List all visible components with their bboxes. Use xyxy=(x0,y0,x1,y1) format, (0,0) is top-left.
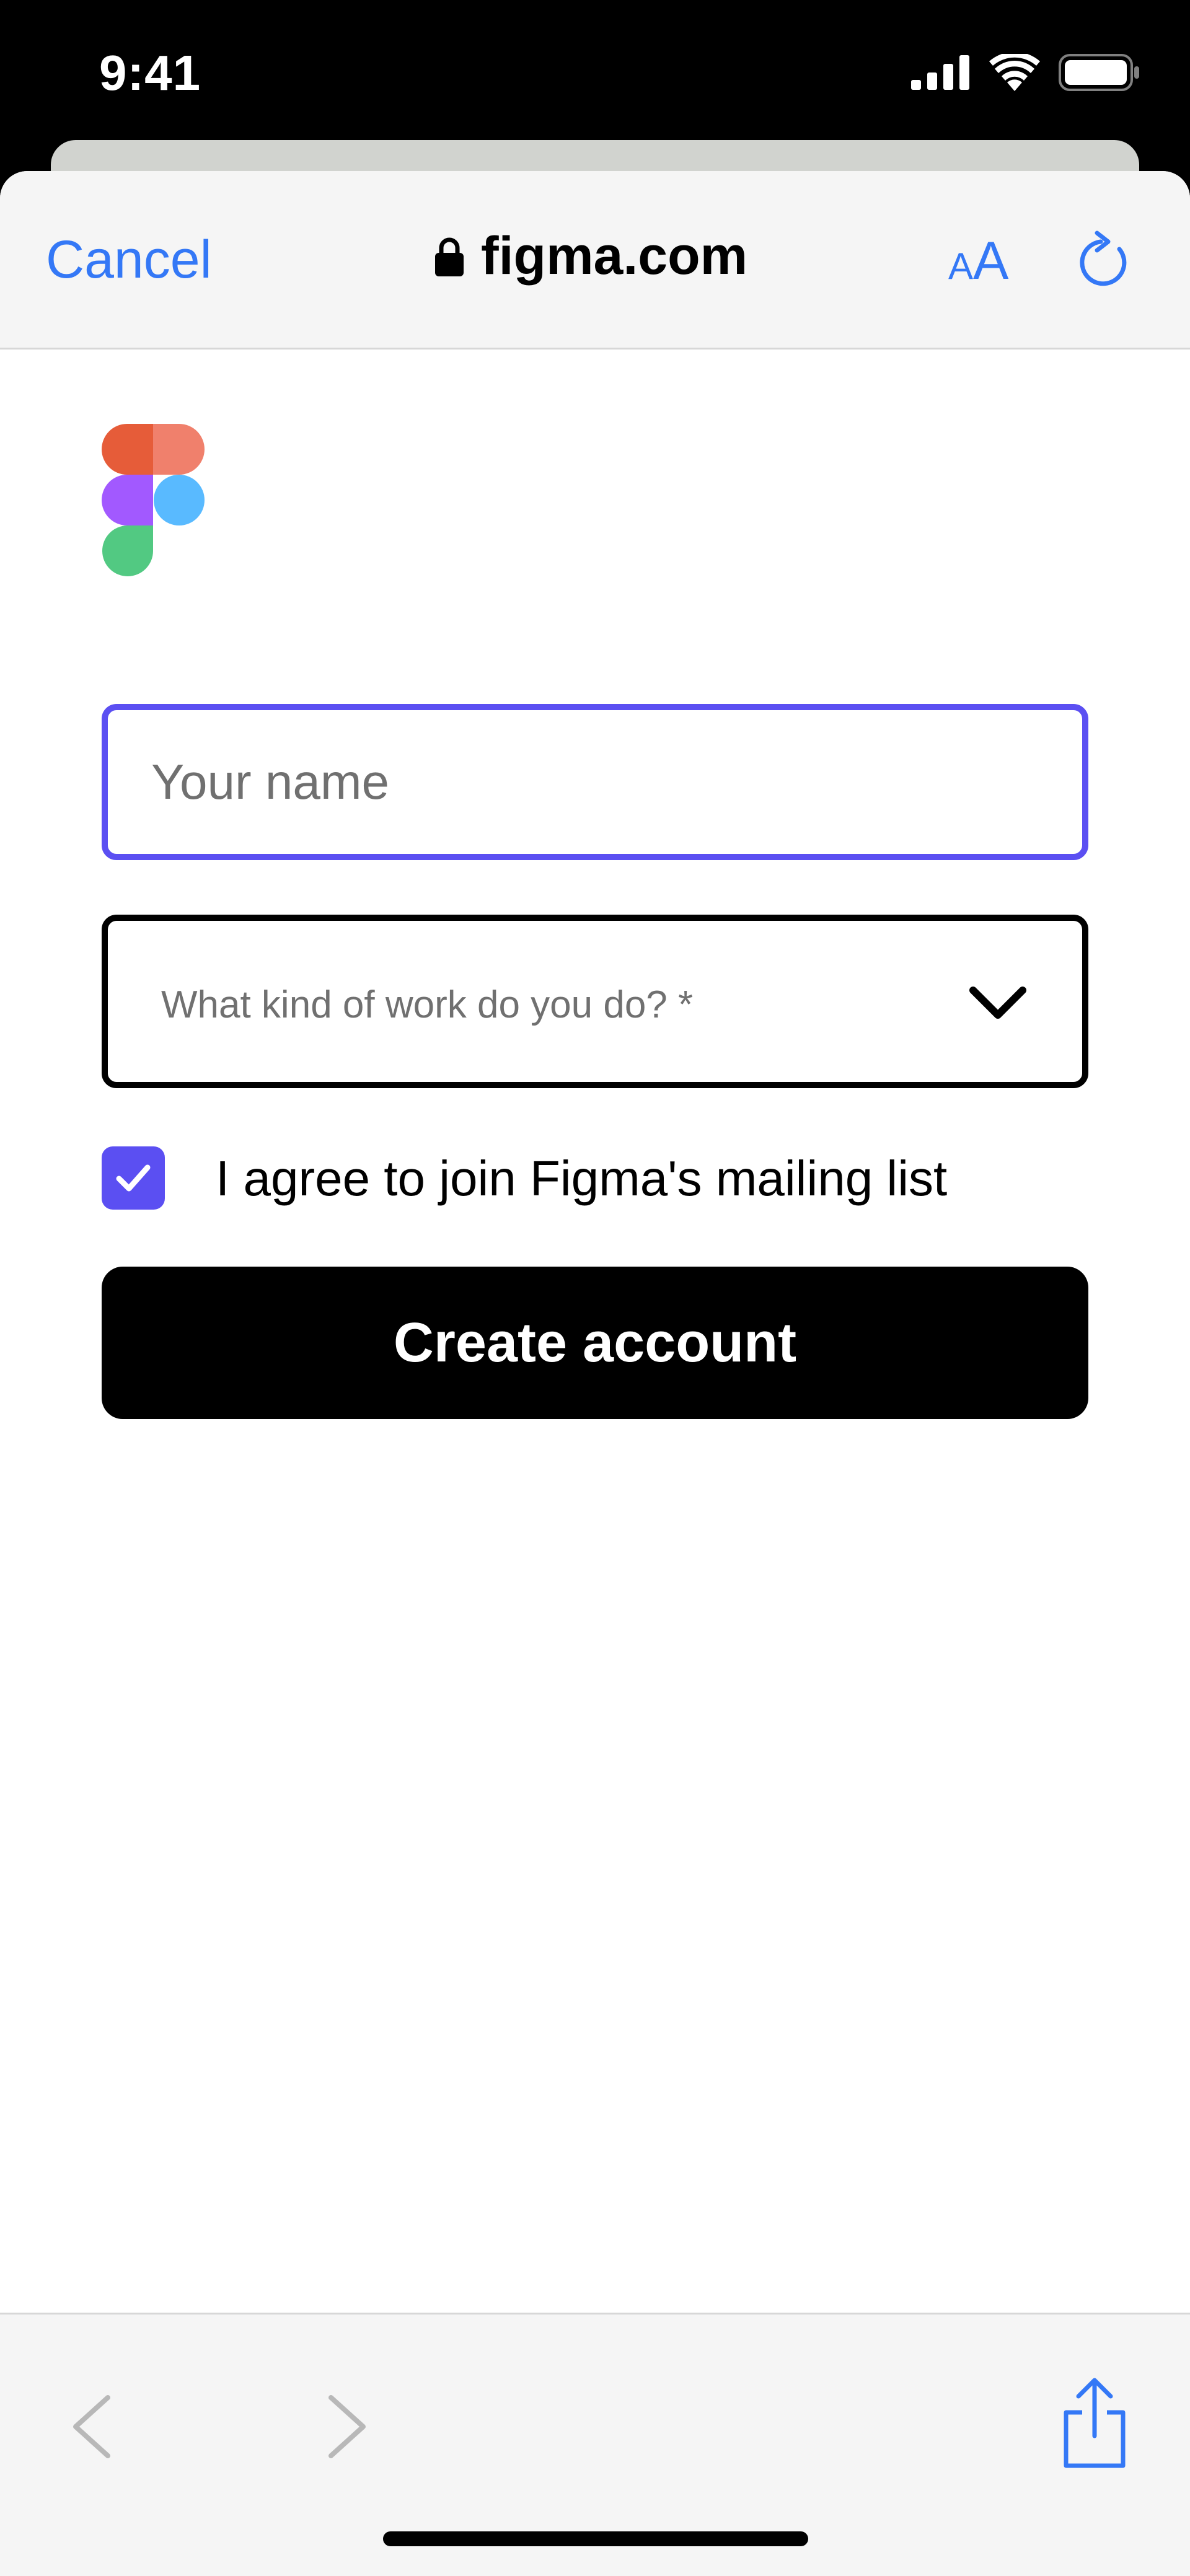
browser-sheet: Cancel figma.com AA What kind of work do… xyxy=(0,171,1190,2576)
create-account-button[interactable]: Create account xyxy=(102,1267,1088,1419)
name-input[interactable] xyxy=(102,704,1088,860)
browser-toolbar xyxy=(0,2313,1190,2576)
text-size-large-label: A xyxy=(973,231,1009,291)
mailing-list-checkbox[interactable] xyxy=(102,1146,165,1210)
cellular-signal-icon xyxy=(911,55,969,90)
status-icons xyxy=(911,51,1140,94)
lock-icon xyxy=(435,237,464,276)
url-text: figma.com xyxy=(481,226,748,286)
status-time: 9:41 xyxy=(99,45,201,100)
text-size-button[interactable]: AA xyxy=(948,231,1008,292)
reload-icon[interactable] xyxy=(1076,231,1135,290)
wifi-icon xyxy=(989,54,1040,91)
battery-icon xyxy=(1059,54,1139,91)
address-bar[interactable]: figma.com xyxy=(434,226,747,287)
cancel-button[interactable]: Cancel xyxy=(46,229,212,291)
chevron-right-icon[interactable] xyxy=(322,2393,372,2461)
work-type-select[interactable]: What kind of work do you do? * xyxy=(102,915,1088,1088)
browser-nav-bar: Cancel figma.com AA xyxy=(0,171,1190,349)
chevron-down-icon xyxy=(969,987,1026,1019)
checkmark-icon xyxy=(116,1164,151,1192)
figma-logo xyxy=(102,424,205,576)
status-bar: 9:41 xyxy=(0,0,1190,143)
work-type-placeholder: What kind of work do you do? * xyxy=(161,983,694,1026)
text-size-small-label: A xyxy=(948,245,974,287)
mailing-list-label[interactable]: I agree to join Figma's mailing list xyxy=(216,1150,947,1207)
share-icon[interactable] xyxy=(1057,2376,1132,2469)
chevron-left-icon[interactable] xyxy=(67,2393,117,2461)
home-indicator xyxy=(383,2531,808,2546)
